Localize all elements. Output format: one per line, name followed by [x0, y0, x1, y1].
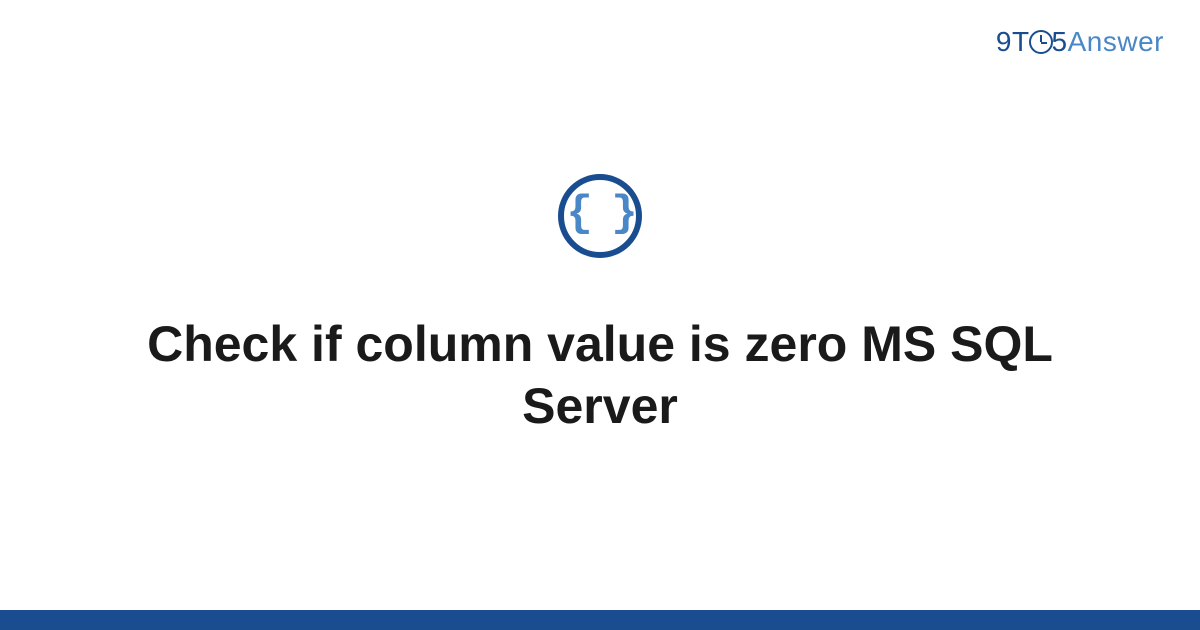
question-title: Check if column value is zero MS SQL Ser…: [100, 313, 1100, 437]
main-content: { } Check if column value is zero MS SQL…: [0, 0, 1200, 610]
code-braces-icon: { }: [566, 192, 633, 236]
category-badge: { }: [558, 174, 642, 258]
footer-accent-bar: [0, 610, 1200, 630]
